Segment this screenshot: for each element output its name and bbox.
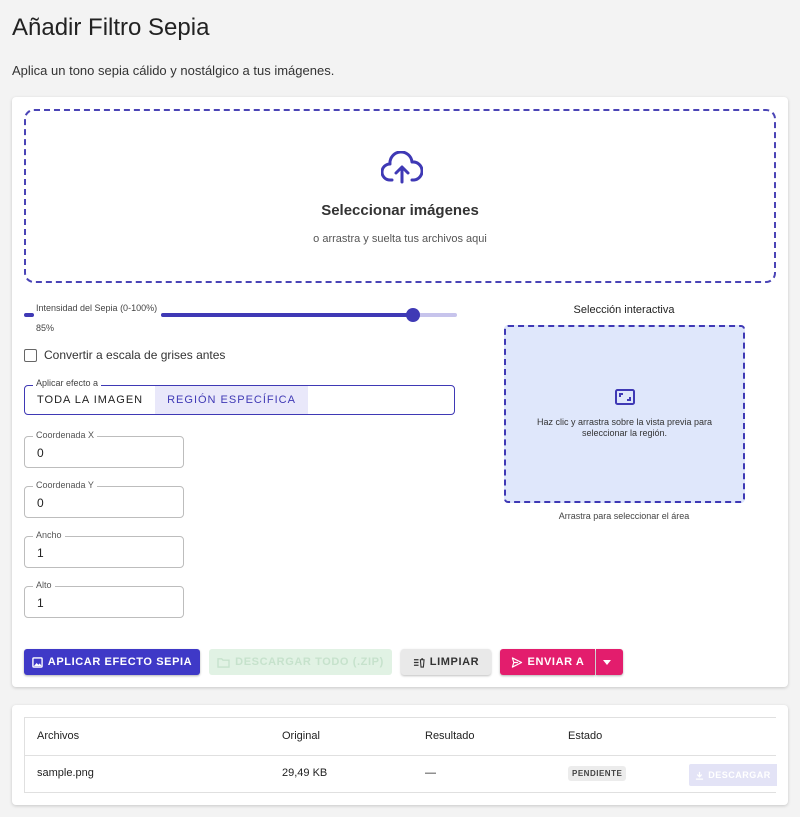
send-to-label: ENVIAR A (527, 656, 585, 668)
send-to-dropdown-button[interactable] (596, 649, 623, 675)
selection-hint: Haz clic y arrastra sobre la vista previ… (536, 417, 713, 438)
slider-fill (161, 313, 413, 317)
cloud-upload-icon (381, 151, 423, 184)
width-value: 1 (37, 546, 44, 560)
download-all-label: DESCARGAR TODO (.ZIP) (235, 656, 384, 668)
apply-to-toggle-group: Aplicar efecto a TODA LA IMAGEN REGIÓN E… (24, 378, 455, 415)
header-divider (25, 755, 776, 756)
row-download-label: DESCARGAR (708, 770, 771, 780)
main-card: Seleccionar imágenes o arrastra y suelta… (12, 97, 788, 687)
header-status: Estado (568, 730, 603, 742)
image-icon (32, 656, 43, 668)
width-label: Ancho (33, 530, 65, 540)
selection-preview-area[interactable]: Haz clic y arrastra sobre la vista previ… (504, 325, 745, 503)
height-field[interactable]: Alto 1 (24, 580, 184, 618)
toggle-whole-image[interactable]: TODA LA IMAGEN (25, 386, 155, 414)
apply-sepia-button[interactable]: APLICAR EFECTO SEPIA (24, 649, 200, 675)
select-region-icon (615, 389, 635, 405)
coord-y-value: 0 (37, 496, 44, 510)
selection-caption: Arrastra para seleccionar el área (558, 511, 690, 521)
apply-to-legend: Aplicar efecto a (33, 378, 102, 388)
selection-title: Selección interactiva (573, 304, 675, 316)
header-original: Original (282, 730, 320, 742)
width-field[interactable]: Ancho 1 (24, 530, 184, 568)
row-download-button[interactable]: DESCARGAR (689, 764, 777, 786)
height-value: 1 (37, 596, 44, 610)
page-description: Aplica un tono sepia cálido y nostálgico… (12, 63, 335, 78)
send-icon (511, 656, 522, 668)
coord-x-value: 0 (37, 446, 44, 460)
caret-down-icon (603, 659, 611, 665)
coord-x-field[interactable]: Coordenada X 0 (24, 430, 184, 468)
clear-list-icon (413, 657, 425, 668)
status-badge: PENDIENTE (568, 766, 627, 781)
slider-label: Intensidad del Sepia (0-100%) (36, 303, 158, 313)
files-table: Archivos Original Resultado Estado sampl… (24, 717, 777, 793)
coord-y-label: Coordenada Y (33, 480, 97, 490)
clear-button[interactable]: LIMPIAR (401, 649, 491, 675)
dropzone-subtitle: o arrastra y suelta tus archivos aqui (313, 233, 487, 245)
row-file-name: sample.png (37, 767, 94, 779)
folder-download-icon (217, 657, 230, 668)
files-card: Archivos Original Resultado Estado sampl… (12, 705, 788, 805)
grayscale-checkbox-label: Convertir a escala de grises antes (44, 348, 226, 362)
grayscale-checkbox-row[interactable]: Convertir a escala de grises antes (24, 347, 225, 363)
coord-y-field[interactable]: Coordenada Y 0 (24, 480, 184, 518)
apply-sepia-label: APLICAR EFECTO SEPIA (47, 656, 193, 668)
coord-x-label: Coordenada X (33, 430, 98, 440)
file-dropzone[interactable]: Seleccionar imágenes o arrastra y suelta… (24, 109, 776, 283)
send-to-button[interactable]: ENVIAR A (500, 649, 595, 675)
header-files: Archivos (37, 730, 80, 742)
clear-label: LIMPIAR (429, 656, 480, 668)
page-title: Añadir Filtro Sepia (12, 14, 210, 41)
toggle-specific-region[interactable]: REGIÓN ESPECÍFICA (155, 386, 308, 414)
download-all-button[interactable]: DESCARGAR TODO (.ZIP) (209, 649, 392, 675)
dropzone-title: Seleccionar imágenes (321, 202, 479, 219)
grayscale-checkbox[interactable] (24, 348, 37, 362)
row-result: — (425, 767, 436, 779)
sepia-intensity-slider[interactable]: Intensidad del Sepia (0-100%) 85% (24, 303, 459, 333)
slider-track[interactable] (161, 308, 457, 322)
slider-value: 85% (36, 323, 55, 333)
download-icon (696, 771, 704, 780)
header-result: Resultado (425, 730, 475, 742)
slider-cap (24, 313, 34, 317)
height-label: Alto (33, 580, 55, 590)
slider-thumb[interactable] (405, 308, 420, 322)
row-original-size: 29,49 KB (282, 767, 328, 779)
